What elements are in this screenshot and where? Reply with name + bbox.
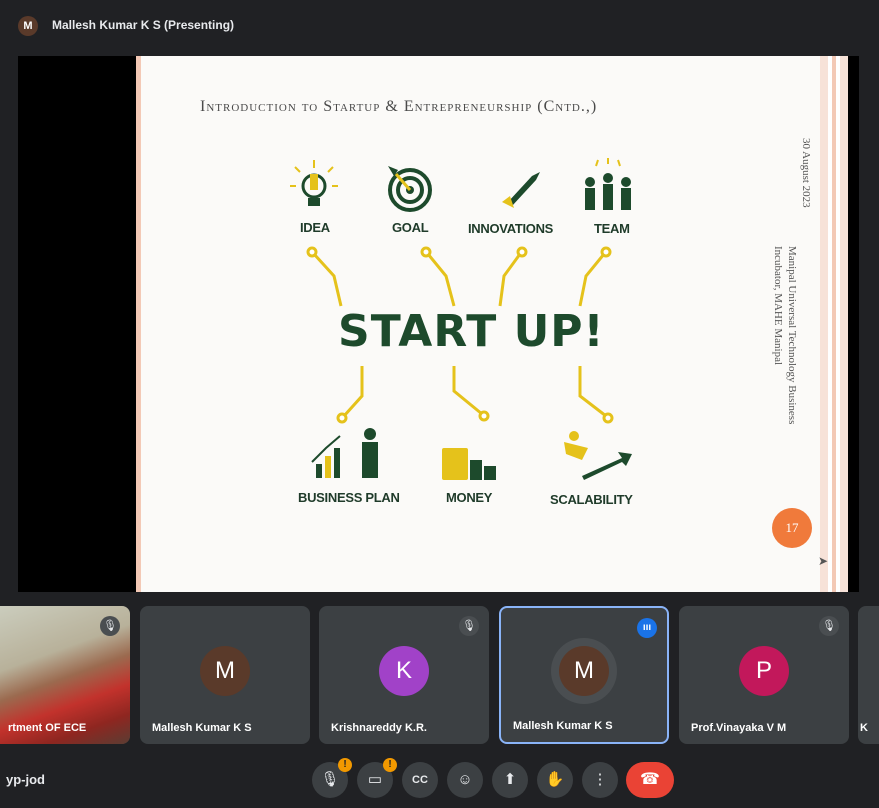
meeting-controls-bar: yp-jod 🎙 ! ▭ ! CC ☺ ⬆ ✋ ⋮ ☎ [0, 752, 879, 808]
meeting-code: yp-jod [6, 772, 45, 787]
scalability-icon [564, 431, 632, 480]
rocket-icon [502, 172, 540, 208]
more-icon: ⋮ [592, 771, 608, 788]
captions-button[interactable]: CC [402, 762, 438, 798]
presenter-avatar: M [18, 16, 38, 36]
participant-name: Mallesh Kumar K S [152, 722, 252, 734]
label-team: TEAM [594, 221, 630, 236]
team-icon [585, 158, 631, 210]
end-call-icon: ☎ [640, 771, 660, 788]
circuit-lines-bottom [336, 366, 614, 424]
label-money: MONEY [446, 490, 493, 505]
mic-toggle-button[interactable]: 🎙 ! [312, 758, 352, 798]
camera-toggle-button[interactable]: ▭ ! [357, 758, 397, 798]
emoji-button[interactable]: ☺ [447, 762, 483, 798]
warning-badge-icon: ! [383, 758, 397, 772]
label-idea: IDEA [300, 220, 330, 235]
warning-badge-icon: ! [338, 758, 352, 772]
presentation-stage: Introduction to Startup & Entrepreneursh… [18, 56, 859, 592]
present-icon: ⬆ [503, 771, 517, 788]
top-bar: M Mallesh Kumar K S (Presenting) [0, 0, 879, 48]
participant-tile[interactable]: 🎙 P Prof.Vinayaka V M [679, 606, 849, 744]
participant-tile-partial[interactable]: K [858, 606, 879, 744]
participant-avatar: K [379, 646, 429, 696]
page-number-badge: 17 [772, 508, 812, 548]
participant-avatar: M [559, 646, 609, 696]
presenter-label: Mallesh Kumar K S (Presenting) [52, 18, 235, 32]
raise-hand-button[interactable]: ✋ [537, 762, 573, 798]
mouse-cursor-icon: ➤ [818, 554, 829, 568]
circuit-lines-top [306, 246, 612, 307]
participant-name: K [860, 722, 868, 734]
participant-tile[interactable]: M Mallesh Kumar K S [140, 606, 310, 744]
idea-icon [290, 160, 338, 206]
mic-muted-icon: 🎙 [819, 616, 839, 636]
participant-tile-video[interactable]: 🎙 rtment OF ECE [0, 606, 130, 744]
participant-name: Krishnareddy K.R. [331, 722, 427, 734]
camera-off-icon: ▭ [367, 771, 383, 788]
goal-icon [388, 166, 432, 212]
participant-name: Mallesh Kumar K S [513, 720, 613, 732]
more-options-button[interactable]: ⋮ [582, 762, 618, 798]
participant-tile[interactable]: 🎙 K Krishnareddy K.R. [319, 606, 489, 744]
emoji-icon: ☺ [457, 771, 473, 788]
captions-icon: CC [412, 774, 428, 786]
label-innovations: INNOVATIONS [468, 221, 554, 236]
speaking-indicator-icon: ııı [637, 618, 657, 638]
label-business-plan: BUSINESS PLAN [298, 490, 400, 505]
label-goal: GOAL [392, 220, 429, 235]
mic-off-icon: 🎙 [320, 771, 340, 788]
participant-name: Prof.Vinayaka V M [691, 722, 787, 734]
present-button[interactable]: ⬆ [492, 762, 528, 798]
startup-heading: START UP! [338, 306, 605, 357]
mic-muted-icon: 🎙 [100, 616, 120, 636]
mic-muted-icon: 🎙 [459, 616, 479, 636]
label-scalability: SCALABILITY [550, 492, 633, 507]
participant-name: rtment OF ECE [8, 722, 87, 734]
participant-tile-active-speaker[interactable]: ııı M Mallesh Kumar K S [499, 606, 669, 744]
participant-avatar: P [739, 646, 789, 696]
participant-avatar: M [200, 646, 250, 696]
end-call-button[interactable]: ☎ [626, 762, 674, 798]
business-plan-icon [311, 428, 378, 478]
raise-hand-icon: ✋ [545, 771, 565, 788]
money-icon [442, 448, 496, 480]
slide: Introduction to Startup & Entrepreneursh… [136, 56, 848, 592]
